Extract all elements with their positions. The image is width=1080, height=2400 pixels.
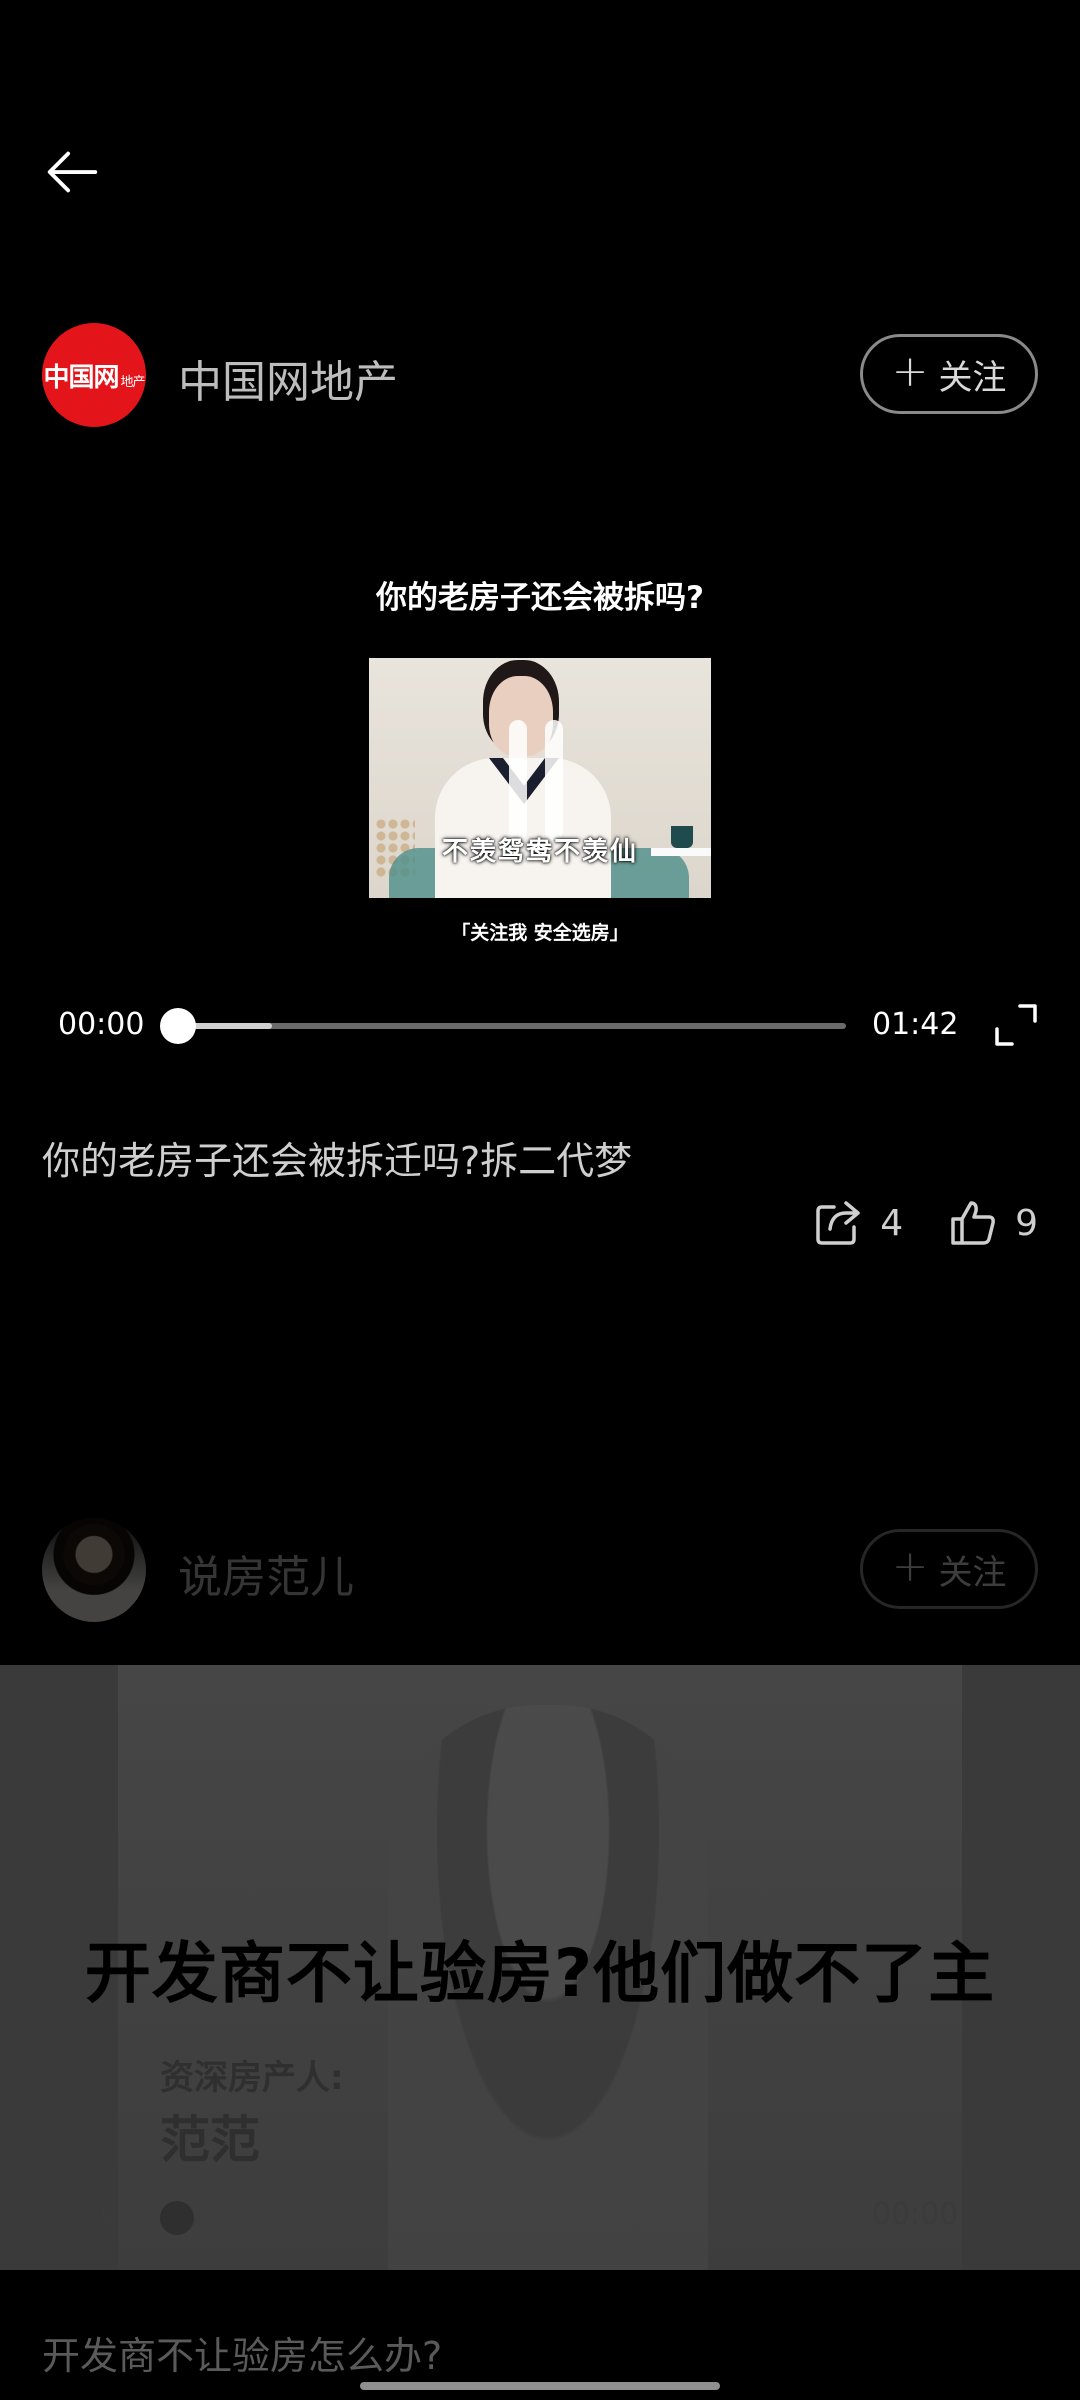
follow-label: 关注 xyxy=(938,357,1007,398)
plus-icon: + xyxy=(891,346,929,397)
video-subtitle: 「关注我 安全选房」 xyxy=(451,922,629,944)
share-button[interactable]: 4 xyxy=(812,1197,903,1249)
video-title: 你的老房子还会被拆吗? xyxy=(376,580,704,616)
plus-icon: + xyxy=(891,1541,929,1592)
author-name[interactable]: 中国网地产 xyxy=(178,346,398,410)
post-actions: 4 9 xyxy=(812,1195,1038,1251)
seek-thumb[interactable] xyxy=(160,2201,194,2235)
back-button[interactable] xyxy=(36,136,108,208)
avatar[interactable] xyxy=(42,1518,146,1622)
like-count: 9 xyxy=(1015,1202,1038,1244)
total-time: 00:00 xyxy=(872,2197,959,2232)
author-name[interactable]: 说房范儿 xyxy=(178,1541,354,1605)
follow-button[interactable]: + 关注 xyxy=(860,1529,1038,1609)
current-time: 00:00 xyxy=(58,1007,145,1042)
video-player[interactable]: 你的老房子还会被拆吗? 不羡鸳鸯不羡仙 「关注我 安全选房」 xyxy=(0,540,1080,970)
follow-button[interactable]: + 关注 xyxy=(860,334,1038,414)
screen: 中国网 地产 中国网地产 + 关注 你的老房子还会被拆吗? 不羡鸳鸯不羡仙 「关注… xyxy=(0,0,1080,2400)
share-count: 4 xyxy=(880,1202,904,1244)
total-time: 01:42 xyxy=(872,1007,959,1042)
progress-bar: 00:00 01:42 xyxy=(0,995,1080,1055)
arrow-left-icon xyxy=(47,151,98,193)
post-description: 你的老房子还会被拆迁吗?拆二代梦 xyxy=(42,1139,633,1183)
author-row: 说房范儿 + 关注 xyxy=(0,1515,1080,1625)
video-headline: 开发商不让验房?他们做不了主 xyxy=(84,1935,996,2012)
seek-thumb[interactable] xyxy=(160,1008,196,1044)
avatar[interactable]: 中国网 地产 xyxy=(42,323,146,427)
fullscreen-button[interactable] xyxy=(992,1001,1040,1049)
seek-track[interactable] xyxy=(178,1023,846,1029)
video-player[interactable]: 开发商不让验房?他们做不了主 资深房产人: 范范 0 00:00 xyxy=(0,1665,1080,2270)
presenter-name: 范范 xyxy=(160,2111,260,2169)
pause-icon xyxy=(509,720,565,840)
home-indicator[interactable] xyxy=(360,2382,720,2390)
video-frame: 不羡鸳鸯不羡仙 xyxy=(369,658,711,898)
author-row: 中国网 地产 中国网地产 + 关注 xyxy=(0,320,1080,430)
post-description: 开发商不让验房怎么办? xyxy=(42,2334,443,2378)
presenter-title: 资深房产人: xyxy=(160,2058,344,2098)
fullscreen-icon xyxy=(995,1004,1037,1046)
video-caption: 不羡鸳鸯不羡仙 xyxy=(441,837,638,867)
share-icon xyxy=(816,1201,860,1245)
thumbs-up-icon xyxy=(951,1201,995,1245)
brand-logo: 中国网 地产 xyxy=(43,362,145,393)
like-button[interactable]: 9 xyxy=(947,1197,1038,1249)
follow-label: 关注 xyxy=(938,1552,1007,1593)
current-time: 0 xyxy=(100,2197,120,2232)
